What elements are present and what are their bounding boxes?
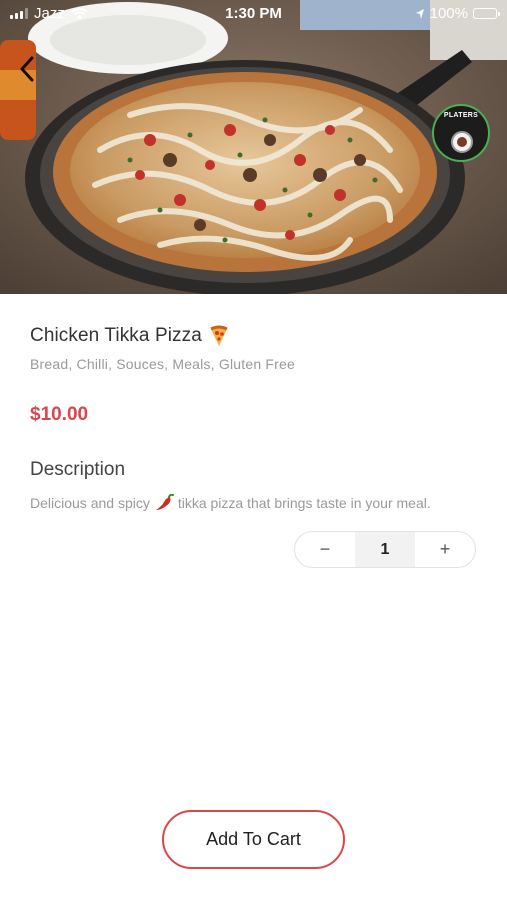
increment-button[interactable]: + bbox=[415, 532, 475, 567]
product-title-row: Chicken Tikka Pizza bbox=[30, 325, 230, 347]
quantity-stepper: − 1 + bbox=[294, 531, 476, 568]
decrement-button[interactable]: − bbox=[295, 532, 355, 567]
battery-icon bbox=[473, 8, 500, 19]
product-title: Chicken Tikka Pizza bbox=[30, 325, 202, 346]
add-to-cart-button[interactable]: Add To Cart bbox=[162, 810, 345, 869]
pizza-slice-icon bbox=[210, 325, 228, 346]
description-heading: Description bbox=[30, 459, 126, 480]
chevron-left-icon bbox=[20, 56, 34, 82]
restaurant-badge[interactable]: PLATERS bbox=[432, 104, 490, 162]
description-text-start: Delicious and spicy bbox=[30, 495, 150, 511]
product-price: $10.00 bbox=[30, 404, 89, 425]
product-detail-screen: Jazz 1:30 PM 100% PLATERS Chicken Tikka … bbox=[0, 0, 507, 900]
product-image bbox=[0, 0, 507, 294]
back-button[interactable] bbox=[12, 52, 42, 86]
product-tags: Bread, Chilli, Souces, Meals, Gluten Fre… bbox=[30, 356, 295, 372]
description-text: Delicious and spicy tikka pizza that bri… bbox=[30, 494, 431, 512]
quantity-value: 1 bbox=[355, 532, 415, 567]
location-arrow-icon bbox=[415, 8, 424, 19]
description-text-end: tikka pizza that brings taste in your me… bbox=[177, 495, 431, 511]
battery-percentage: 100% bbox=[429, 5, 468, 22]
chilli-pepper-icon bbox=[155, 494, 174, 510]
restaurant-logo-icon bbox=[451, 131, 473, 153]
restaurant-logo-text: PLATERS bbox=[443, 112, 479, 119]
status-bar: Jazz 1:30 PM 100% bbox=[0, 0, 507, 28]
status-right: 100% bbox=[415, 5, 500, 22]
